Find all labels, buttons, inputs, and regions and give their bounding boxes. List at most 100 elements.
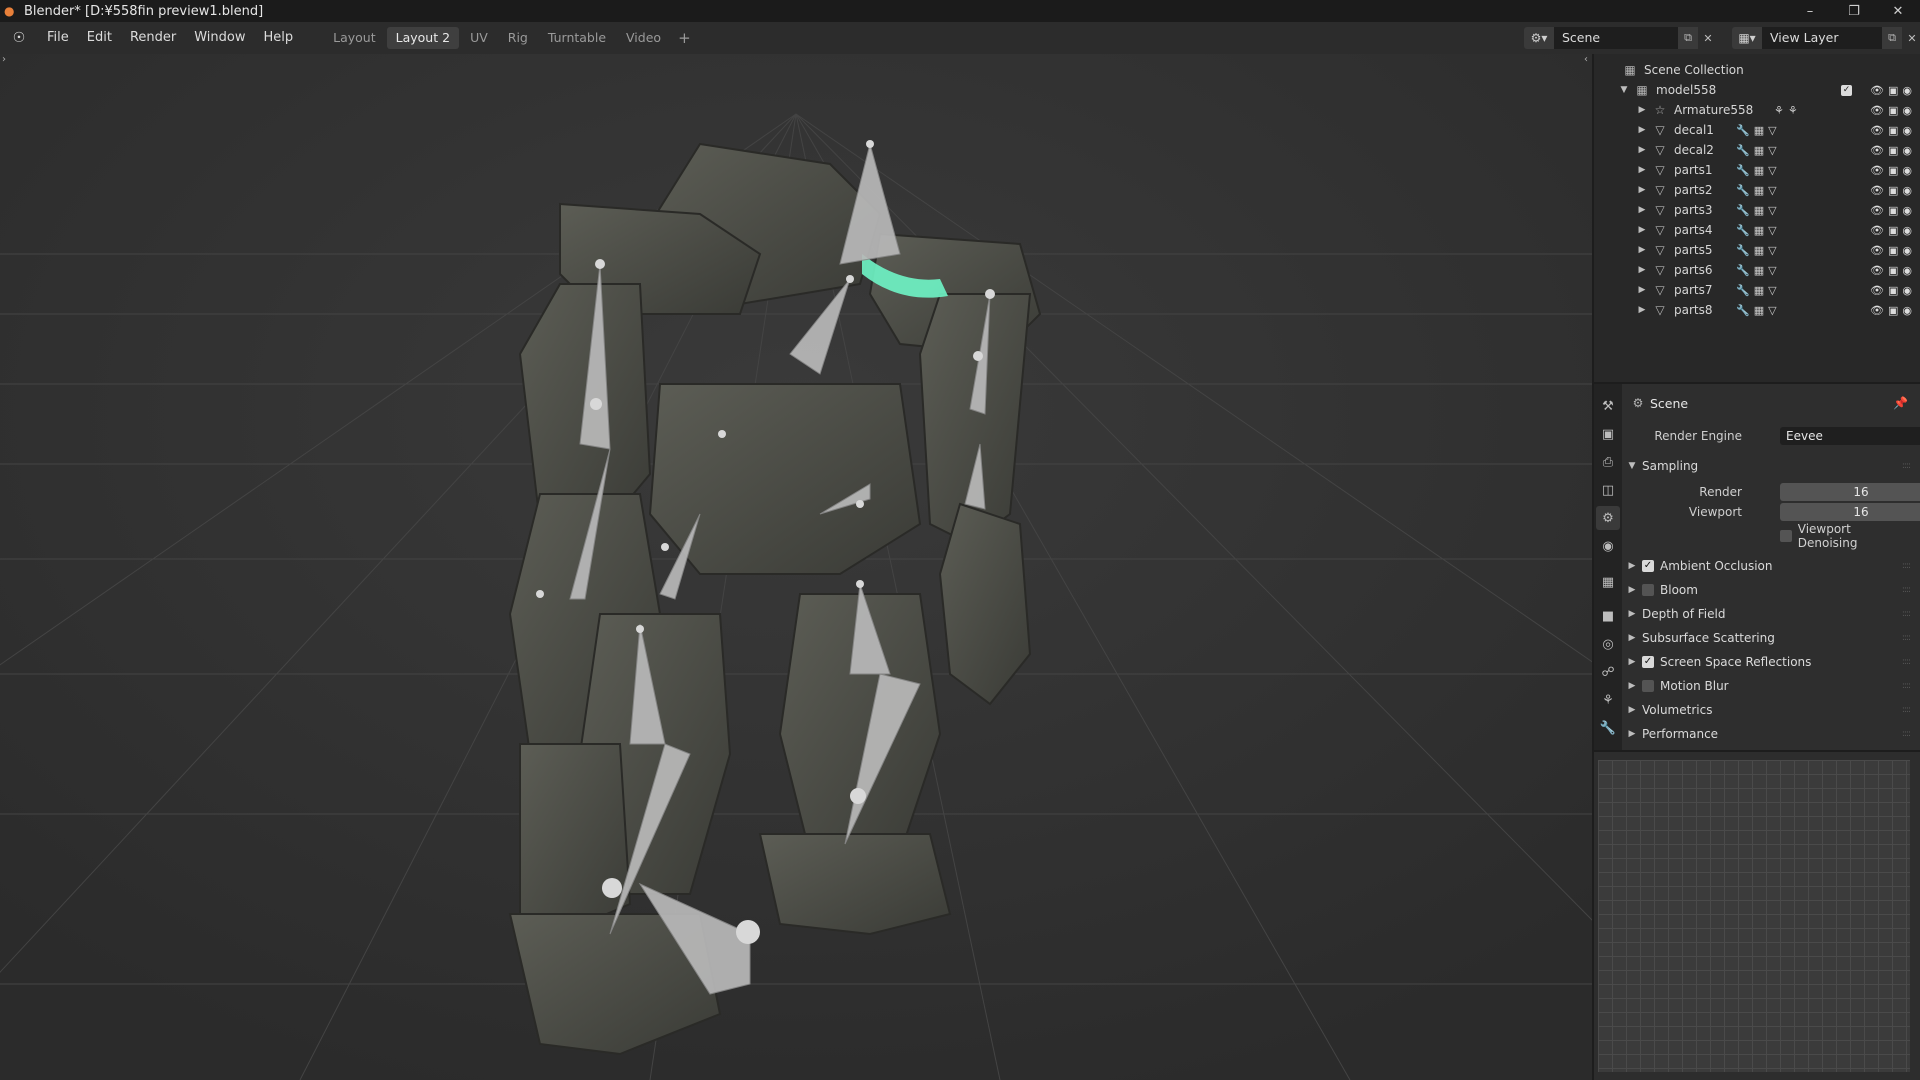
outliner-item-parts8[interactable]: ▶ ▽ parts8 🔧 ▦ ▽ 👁 ▣ ◉ [1594,300,1920,320]
drag-handle-icon[interactable]: :::: [1902,681,1911,691]
eye-icon[interactable]: 👁 [1870,224,1884,237]
screen-space-reflections-checkbox[interactable]: ✓ [1642,656,1654,668]
vertex-groups-icon[interactable]: ▦ [1754,304,1764,317]
blender-logo-icon[interactable]: ☉ [8,27,30,49]
restore-icon[interactable]: ❐ [1832,0,1876,22]
mesh-data-icon[interactable]: ▽ [1768,284,1776,297]
viewport-display-icon[interactable]: ▣ [1888,204,1898,217]
render-camera-icon[interactable]: ◉ [1902,264,1912,277]
screen-space-reflections-section[interactable]: ▶ ✓ Screen Space Reflections :::: [1626,652,1912,672]
add-workspace-button[interactable]: + [672,29,697,47]
viewport-denoising-row[interactable]: Viewport Denoising [1780,522,1912,550]
viewport-display-icon[interactable]: ▣ [1888,144,1898,157]
3d-viewport[interactable]: › ‹ [0,54,1592,1080]
scene-browse-icon[interactable]: ⚙▾ [1524,27,1554,49]
collection-tab-icon[interactable]: ▦ [1596,570,1620,594]
pin-icon[interactable]: 📌 [1893,396,1908,410]
vertex-groups-icon[interactable]: ▦ [1754,244,1764,257]
expand-arrow-icon[interactable]: ▶ [1636,285,1648,295]
drag-handle-icon[interactable]: :::: [1902,585,1911,595]
vertex-groups-icon[interactable]: ▦ [1754,164,1764,177]
delete-scene-icon[interactable]: ✕ [1698,27,1718,49]
output-tab-icon[interactable]: ⎙ [1596,450,1620,474]
menu-file[interactable]: File [38,22,78,54]
viewport-display-icon[interactable]: ▣ [1888,264,1898,277]
menu-window[interactable]: Window [185,22,254,54]
render-engine-dropdown[interactable]: Eevee▼ [1780,427,1920,445]
collection-row[interactable]: ▼ ▦ model558 ✓ 👁 ▣ ◉ [1594,80,1920,100]
expand-arrow-icon[interactable]: ▶ [1636,105,1648,115]
drag-handle-icon[interactable]: :::: [1902,561,1911,571]
world-tab-icon[interactable]: ◉ [1596,534,1620,558]
viewport-display-icon[interactable]: ▣ [1888,124,1898,137]
viewport-denoising-checkbox[interactable] [1780,530,1792,542]
outliner-item-decal1[interactable]: ▶ ▽ decal1 🔧 ▦ ▽ 👁 ▣ ◉ [1594,120,1920,140]
viewport-display-icon[interactable]: ▣ [1888,184,1898,197]
modifier-wrench-icon[interactable]: 🔧 [1736,284,1750,297]
modifier-wrench-icon[interactable]: 🔧 [1736,264,1750,277]
expand-arrow-icon[interactable]: ▶ [1636,125,1648,135]
scene-tab-icon[interactable]: ⚙ [1596,506,1620,530]
volumetrics-section[interactable]: ▶ Volumetrics :::: [1626,700,1912,720]
outliner-item-parts5[interactable]: ▶ ▽ parts5 🔧 ▦ ▽ 👁 ▣ ◉ [1594,240,1920,260]
expand-arrow-icon[interactable]: ▶ [1636,245,1648,255]
tab-layout-2[interactable]: Layout 2 [386,27,460,49]
mesh-data-icon[interactable]: ▽ [1768,204,1776,217]
modifier-wrench-tab-icon[interactable]: 🔧 [1596,716,1620,740]
eye-icon[interactable]: 👁 [1870,204,1884,217]
vertex-groups-icon[interactable]: ▦ [1754,204,1764,217]
vertex-groups-icon[interactable]: ▦ [1754,284,1764,297]
outliner-item-decal2[interactable]: ▶ ▽ decal2 🔧 ▦ ▽ 👁 ▣ ◉ [1594,140,1920,160]
view-layer-name-field[interactable]: View Layer [1762,27,1882,49]
tool-tab-icon[interactable]: ⚒ [1596,394,1620,418]
modifier-wrench-icon[interactable]: 🔧 [1736,204,1750,217]
viewport-display-icon[interactable]: ▣ [1888,84,1898,97]
tab-uv[interactable]: UV [461,27,497,49]
armature-data-icon[interactable]: ⚘ [1788,104,1798,117]
viewport-samples-field[interactable]: 16 [1780,503,1920,521]
drag-handle-icon[interactable]: :::: [1902,729,1911,739]
bloom-checkbox[interactable] [1642,584,1654,596]
modifier-wrench-icon[interactable]: 🔧 [1736,144,1750,157]
modifier-wrench-icon[interactable]: 🔧 [1736,184,1750,197]
drag-handle-icon[interactable]: :::: [1902,657,1911,667]
mesh-data-icon[interactable]: ▽ [1768,304,1776,317]
expand-arrow-icon[interactable]: ▶ [1636,225,1648,235]
tab-turntable[interactable]: Turntable [539,27,615,49]
ambient-occlusion-checkbox[interactable]: ✓ [1642,560,1654,572]
physics-tab-icon[interactable]: ◎ [1596,632,1620,656]
modifier-wrench-icon[interactable]: 🔧 [1736,224,1750,237]
vertex-groups-icon[interactable]: ▦ [1754,144,1764,157]
armature-data-tab-icon[interactable]: ⚘ [1596,688,1620,712]
sampling-section-header[interactable]: ▼ Sampling :::: [1626,456,1912,476]
vertex-groups-icon[interactable]: ▦ [1754,224,1764,237]
render-camera-icon[interactable]: ◉ [1902,84,1912,97]
render-camera-icon[interactable]: ◉ [1902,284,1912,297]
delete-view-layer-icon[interactable]: ✕ [1902,27,1920,49]
menu-help[interactable]: Help [255,22,303,54]
viewport-display-icon[interactable]: ▣ [1888,244,1898,257]
expand-arrow-icon[interactable]: ▶ [1636,145,1648,155]
expand-arrow-icon[interactable]: ▼ [1618,85,1630,95]
render-camera-icon[interactable]: ◉ [1902,304,1912,317]
mesh-data-icon[interactable]: ▽ [1768,244,1776,257]
mesh-data-icon[interactable]: ▽ [1768,184,1776,197]
viewport-display-icon[interactable]: ▣ [1888,304,1898,317]
mesh-data-icon[interactable]: ▽ [1768,164,1776,177]
render-camera-icon[interactable]: ◉ [1902,184,1912,197]
drag-handle-icon[interactable]: :::: [1902,461,1911,471]
expand-arrow-icon[interactable]: ▶ [1636,265,1648,275]
drag-handle-icon[interactable]: :::: [1902,633,1911,643]
render-camera-icon[interactable]: ◉ [1902,124,1912,137]
drag-handle-icon[interactable]: :::: [1902,705,1911,715]
mesh-data-icon[interactable]: ▽ [1768,124,1776,137]
eye-icon[interactable]: 👁 [1870,184,1884,197]
view-layer-tab-icon[interactable]: ◫ [1596,478,1620,502]
tab-rig[interactable]: Rig [499,27,537,49]
drag-handle-icon[interactable]: :::: [1902,609,1911,619]
bloom-section[interactable]: ▶ Bloom :::: [1626,580,1912,600]
eye-icon[interactable]: 👁 [1870,124,1884,137]
constraints-tab-icon[interactable]: ☍ [1596,660,1620,684]
modifier-wrench-icon[interactable]: 🔧 [1736,304,1750,317]
close-icon[interactable]: ✕ [1876,0,1920,22]
